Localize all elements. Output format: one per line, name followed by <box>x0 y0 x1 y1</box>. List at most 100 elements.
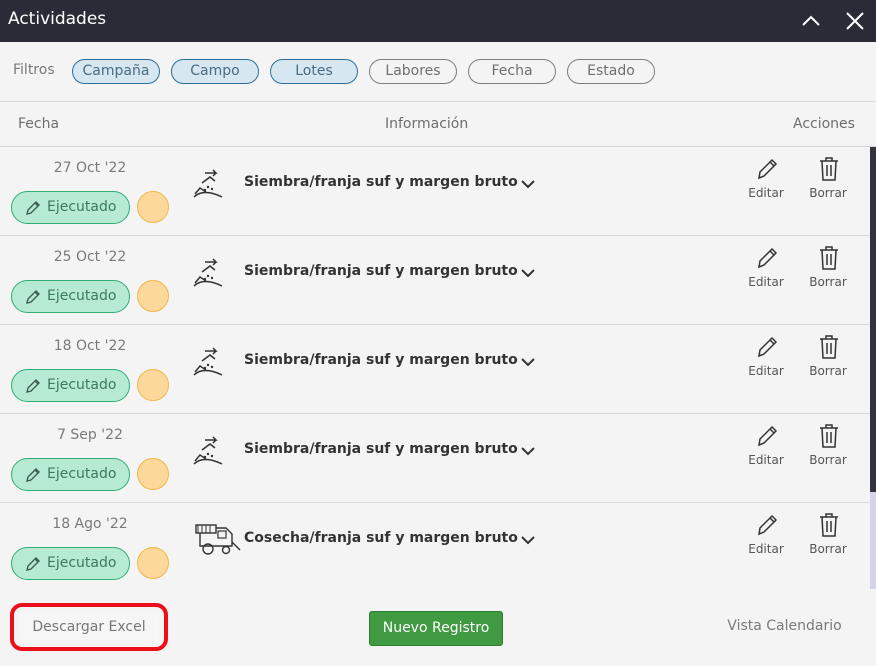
filter-chip-campana[interactable]: Campaña <box>72 59 160 84</box>
footer-bar: Descargar Excel Nuevo Registro Vista Cal… <box>0 589 876 666</box>
delete-button[interactable]: Borrar <box>803 156 853 204</box>
status-badge[interactable]: Ejecutado <box>11 547 130 580</box>
download-excel-button[interactable]: Descargar Excel <box>19 612 159 642</box>
delete-label: Borrar <box>809 364 847 378</box>
edit-button[interactable]: Editar <box>741 423 791 471</box>
edit-button[interactable]: Editar <box>741 334 791 382</box>
row-date: 18 Ago '22 <box>52 516 128 532</box>
pencil-icon <box>758 247 778 269</box>
trash-icon <box>820 335 838 359</box>
header-date: Fecha <box>18 116 60 132</box>
edit-label: Editar <box>748 186 784 200</box>
delete-button[interactable]: Borrar <box>803 245 853 293</box>
pencil-icon <box>26 379 40 393</box>
edit-label: Editar <box>748 364 784 378</box>
trash-icon <box>820 157 838 181</box>
filter-bar: Filtros Campaña Campo Lotes Labores Fech… <box>0 42 876 102</box>
filter-chip-labores[interactable]: Labores <box>369 59 457 84</box>
delete-label: Borrar <box>809 275 847 289</box>
new-record-button[interactable]: Nuevo Registro <box>369 611 503 646</box>
activity-list[interactable]: 27 Oct '22 Ejecutado Siembra/franja suf … <box>0 147 870 589</box>
status-label: Ejecutado <box>47 377 117 393</box>
status-label: Ejecutado <box>47 555 117 571</box>
activity-title[interactable]: Siembra/franja suf y margen bruto <box>244 441 518 457</box>
pending-status-circle <box>137 369 169 401</box>
status-badge[interactable]: Ejecutado <box>11 280 130 313</box>
pending-status-circle <box>137 547 169 579</box>
delete-label: Borrar <box>809 453 847 467</box>
highlight-frame: Descargar Excel <box>10 603 168 651</box>
edit-button[interactable]: Editar <box>741 245 791 293</box>
close-button[interactable] <box>842 8 868 34</box>
edit-label: Editar <box>748 542 784 556</box>
delete-button[interactable]: Borrar <box>803 512 853 560</box>
pencil-icon <box>26 468 40 482</box>
activity-title[interactable]: Siembra/franja suf y margen bruto <box>244 352 518 368</box>
filter-chip-estado[interactable]: Estado <box>567 59 655 84</box>
header-actions: Acciones <box>793 116 855 132</box>
window-title: Actividades <box>8 9 107 29</box>
sowing-icon <box>192 256 228 290</box>
delete-label: Borrar <box>809 186 847 200</box>
row-date: 27 Oct '22 <box>53 160 127 176</box>
close-icon <box>846 12 864 30</box>
table-row: 25 Oct '22 Ejecutado Siembra/franja suf … <box>0 236 870 325</box>
chevron-down-icon <box>521 180 535 189</box>
pencil-icon <box>26 201 40 215</box>
filter-chip-fecha[interactable]: Fecha <box>468 59 556 84</box>
pencil-icon <box>26 290 40 304</box>
pending-status-circle <box>137 280 169 312</box>
activity-title[interactable]: Cosecha/franja suf y margen bruto <box>244 530 518 546</box>
expand-chevron[interactable] <box>520 265 536 279</box>
status-label: Ejecutado <box>47 466 117 482</box>
expand-chevron[interactable] <box>520 176 536 190</box>
chevron-down-icon <box>521 536 535 545</box>
sowing-icon <box>192 434 228 468</box>
status-badge[interactable]: Ejecutado <box>11 458 130 491</box>
status-badge[interactable]: Ejecutado <box>11 191 130 224</box>
scrollbar-thumb[interactable] <box>870 147 876 492</box>
pencil-icon <box>758 425 778 447</box>
trash-icon <box>820 246 838 270</box>
table-row: 27 Oct '22 Ejecutado Siembra/franja suf … <box>0 147 870 236</box>
status-label: Ejecutado <box>47 288 117 304</box>
edit-label: Editar <box>748 453 784 467</box>
status-label: Ejecutado <box>47 199 117 215</box>
delete-button[interactable]: Borrar <box>803 423 853 471</box>
pencil-icon <box>758 514 778 536</box>
row-date: 7 Sep '22 <box>57 427 123 443</box>
chevron-down-icon <box>521 358 535 367</box>
expand-chevron[interactable] <box>520 443 536 457</box>
trash-icon <box>820 513 838 537</box>
pencil-icon <box>758 158 778 180</box>
table-row: 18 Ago '22 Ejecutado Cosecha/franja suf … <box>0 503 870 589</box>
calendar-view-button[interactable]: Vista Calendario <box>712 618 857 634</box>
filter-chip-campo[interactable]: Campo <box>171 59 259 84</box>
filter-chip-lotes[interactable]: Lotes <box>270 59 358 84</box>
header-info: Información <box>385 116 469 132</box>
table-header: Fecha Información Acciones <box>0 103 876 147</box>
edit-label: Editar <box>748 275 784 289</box>
delete-label: Borrar <box>809 542 847 556</box>
edit-button[interactable]: Editar <box>741 156 791 204</box>
row-date: 18 Oct '22 <box>53 338 127 354</box>
row-date: 25 Oct '22 <box>53 249 127 265</box>
collapse-button[interactable] <box>798 8 824 34</box>
activity-title[interactable]: Siembra/franja suf y margen bruto <box>244 263 518 279</box>
delete-button[interactable]: Borrar <box>803 334 853 382</box>
table-row: 18 Oct '22 Ejecutado Siembra/franja suf … <box>0 325 870 414</box>
edit-button[interactable]: Editar <box>741 512 791 560</box>
title-bar: Actividades <box>0 0 876 42</box>
filters-label: Filtros <box>13 62 55 78</box>
table-row: 7 Sep '22 Ejecutado Siembra/franja suf y… <box>0 414 870 503</box>
expand-chevron[interactable] <box>520 532 536 546</box>
activity-title[interactable]: Siembra/franja suf y margen bruto <box>244 174 518 190</box>
expand-chevron[interactable] <box>520 354 536 368</box>
pencil-icon <box>26 557 40 571</box>
status-badge[interactable]: Ejecutado <box>11 369 130 402</box>
trash-icon <box>820 424 838 448</box>
pending-status-circle <box>137 458 169 490</box>
harvester-icon <box>194 522 244 556</box>
pencil-icon <box>758 336 778 358</box>
chevron-down-icon <box>521 269 535 278</box>
